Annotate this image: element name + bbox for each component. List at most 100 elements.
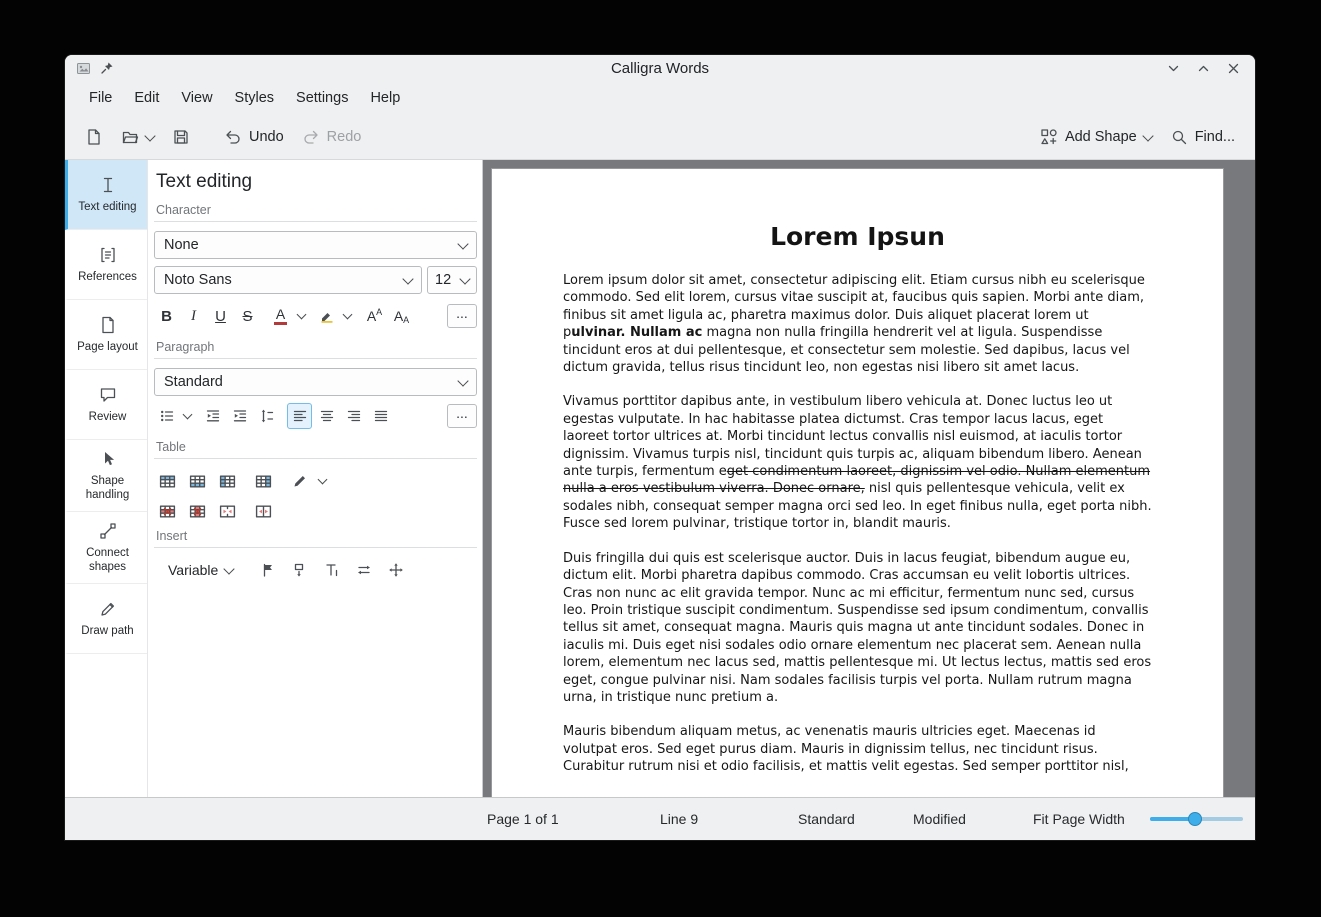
align-justify-icon	[373, 408, 389, 424]
text-color-chevron[interactable]	[295, 303, 308, 329]
align-center-button[interactable]	[314, 403, 339, 429]
italic-button[interactable]: I	[181, 303, 206, 329]
menubar: File Edit View Styles Settings Help	[65, 81, 1255, 115]
split-cells-button[interactable]	[250, 499, 277, 524]
document-paragraphs[interactable]: Lorem ipsum dolor sit amet, consectetur …	[563, 272, 1152, 776]
paragraph-more-button[interactable]: ...	[447, 404, 477, 428]
zoom-mode-button[interactable]: Fit Page Width	[1033, 811, 1125, 827]
document-canvas[interactable]: Lorem Ipsun Lorem ipsum dolor sit amet, …	[483, 160, 1255, 797]
paragraph-style-select[interactable]: Standard	[154, 368, 477, 396]
variable-label: Variable	[168, 562, 218, 578]
text-color-button[interactable]: A	[268, 303, 293, 329]
chevron-down-icon	[457, 238, 468, 249]
document-paragraph[interactable]: Vivamus porttitor dapibus ante, in vesti…	[563, 393, 1152, 532]
document-paragraph[interactable]: Duis fringilla dui quis est scelerisque …	[563, 550, 1152, 707]
menu-edit[interactable]: Edit	[123, 85, 170, 111]
insert-column-right-button[interactable]	[250, 469, 277, 494]
line-spacing-icon	[259, 408, 275, 424]
sidebar-tab-shape-handling[interactable]: Shape handling	[65, 440, 147, 512]
list-style-button[interactable]	[154, 403, 179, 429]
list-style-chevron[interactable]	[181, 403, 194, 429]
close-button[interactable]	[1227, 62, 1240, 75]
insert-text-button[interactable]	[318, 558, 345, 583]
swap-direction-button[interactable]	[350, 558, 377, 583]
new-document-button[interactable]	[77, 122, 111, 152]
superscript-button[interactable]: A A	[362, 303, 387, 329]
insert-break-button[interactable]	[286, 558, 313, 583]
document-paragraph[interactable]: Mauris bibendum aliquam metus, ac venena…	[563, 723, 1152, 775]
save-button[interactable]	[164, 122, 198, 152]
statusbar: Page 1 of 1 Line 9 Standard Modified Fit…	[65, 797, 1255, 840]
sidebar-tab-review[interactable]: Review	[65, 370, 147, 440]
border-pen-button[interactable]	[286, 469, 313, 494]
sidebar-tab-page-layout[interactable]: Page layout	[65, 300, 147, 370]
border-pen-chevron[interactable]	[316, 468, 329, 494]
add-shape-button[interactable]: Add Shape	[1032, 122, 1160, 152]
document-title[interactable]: Lorem Ipsun	[563, 222, 1152, 251]
menu-settings[interactable]: Settings	[285, 85, 359, 111]
zoom-slider-handle[interactable]	[1188, 812, 1202, 826]
titlebar[interactable]: Calligra Words	[65, 55, 1255, 81]
merge-cells-button[interactable]	[214, 499, 241, 524]
sidebar-tab-connect-shapes[interactable]: Connect shapes	[65, 512, 147, 584]
merge-cells-icon	[219, 504, 236, 519]
increase-indent-button[interactable]	[227, 403, 252, 429]
sidebar-tab-draw-path[interactable]: Draw path	[65, 584, 147, 654]
delete-column-button[interactable]	[184, 499, 211, 524]
character-more-button[interactable]: ...	[447, 304, 477, 328]
menu-styles[interactable]: Styles	[224, 85, 286, 111]
delete-row-icon	[159, 504, 176, 519]
font-size-select[interactable]: 12	[427, 266, 477, 294]
modified-indicator: Modified	[913, 811, 966, 827]
font-family-select[interactable]: Noto Sans	[154, 266, 422, 294]
menu-help[interactable]: Help	[359, 85, 411, 111]
insert-column-left-button[interactable]	[214, 469, 241, 494]
maximize-button[interactable]	[1197, 62, 1210, 75]
find-button[interactable]: Find...	[1162, 122, 1243, 152]
insert-row-above-button[interactable]	[154, 469, 181, 494]
character-style-select[interactable]: None	[154, 231, 477, 259]
insert-frame-button[interactable]	[382, 558, 409, 583]
insert-row-below-button[interactable]	[184, 469, 211, 494]
highlight-color-button[interactable]	[314, 303, 339, 329]
sidebar-tab-text-editing[interactable]: Text editing	[65, 160, 147, 230]
zoom-slider[interactable]	[1150, 811, 1243, 827]
section-divider	[154, 221, 477, 222]
menu-view[interactable]: View	[170, 85, 223, 111]
open-recent-chevron-icon	[144, 130, 155, 141]
insert-column-right-icon	[255, 474, 272, 489]
document-page[interactable]: Lorem Ipsun Lorem ipsum dolor sit amet, …	[491, 168, 1224, 797]
bold-button[interactable]: B	[154, 303, 179, 329]
chevron-down-icon	[457, 375, 468, 386]
variable-select[interactable]: Variable	[154, 557, 241, 583]
subscript-button[interactable]: A A	[389, 303, 414, 329]
open-document-button[interactable]	[113, 122, 162, 152]
new-document-icon	[85, 128, 103, 146]
pin-icon[interactable]	[100, 61, 114, 75]
chevron-down-icon	[402, 273, 413, 284]
connect-shapes-icon	[98, 521, 118, 541]
document-paragraph[interactable]: Lorem ipsum dolor sit amet, consectetur …	[563, 272, 1152, 376]
undo-button[interactable]: Undo	[216, 122, 292, 152]
menu-file[interactable]: File	[78, 85, 123, 111]
superscript-base: A	[367, 309, 376, 323]
align-right-button[interactable]	[341, 403, 366, 429]
strikethrough-button[interactable]: S	[235, 303, 260, 329]
redo-button[interactable]: Redo	[294, 122, 370, 152]
insert-bookmark-button[interactable]	[254, 558, 281, 583]
sidebar-tab-references[interactable]: References	[65, 230, 147, 300]
references-icon	[98, 245, 118, 265]
insert-column-left-icon	[219, 474, 236, 489]
underline-button[interactable]: U	[208, 303, 233, 329]
highlight-color-chevron[interactable]	[341, 303, 354, 329]
decrease-indent-button[interactable]	[200, 403, 225, 429]
align-justify-button[interactable]	[368, 403, 393, 429]
minimize-button[interactable]	[1167, 62, 1180, 75]
align-left-button[interactable]	[287, 403, 312, 429]
font-size-value: 12	[435, 272, 451, 288]
decrease-indent-icon	[205, 408, 221, 424]
line-spacing-button[interactable]	[254, 403, 279, 429]
delete-row-button[interactable]	[154, 499, 181, 524]
chevron-down-icon	[224, 563, 235, 574]
page-break-icon	[292, 562, 308, 578]
